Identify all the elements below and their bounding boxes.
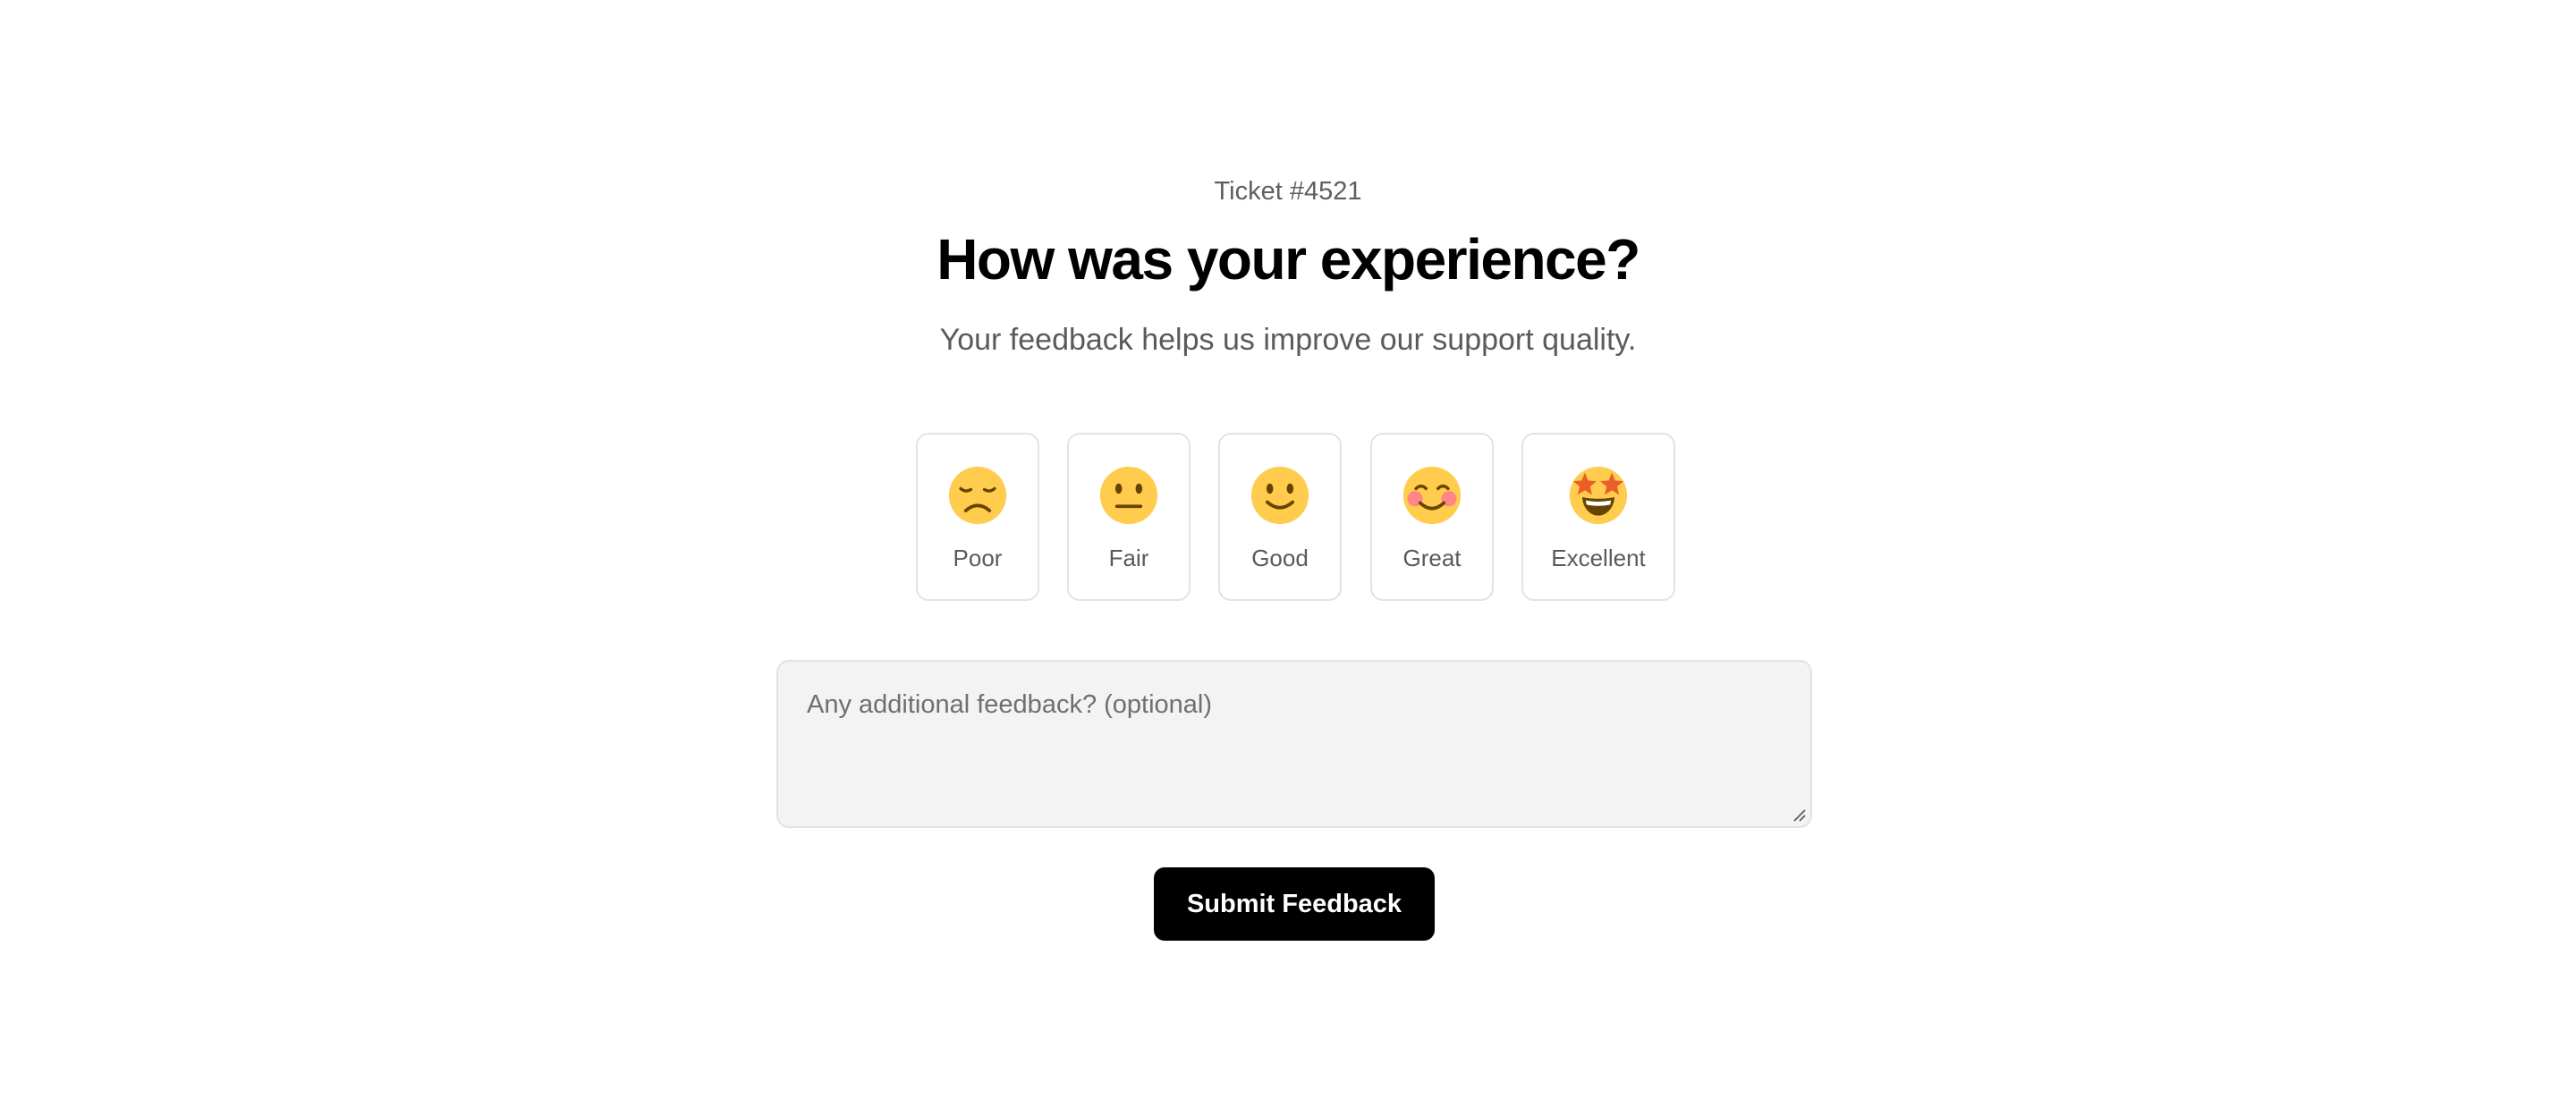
resize-handle-icon[interactable] bbox=[1791, 807, 1807, 823]
rating-option-great[interactable]: Great bbox=[1370, 433, 1494, 601]
rating-label: Poor bbox=[953, 545, 1003, 571]
feedback-field-container bbox=[776, 660, 1812, 828]
rating-label: Great bbox=[1402, 545, 1462, 571]
rating-option-fair[interactable]: Fair bbox=[1067, 433, 1191, 601]
rating-label: Excellent bbox=[1551, 545, 1646, 571]
feedback-textarea[interactable] bbox=[778, 662, 1810, 826]
page-title: How was your experience? bbox=[936, 227, 1640, 292]
star-struck-face-icon bbox=[1569, 466, 1628, 525]
disappointed-face-icon bbox=[948, 466, 1007, 525]
rating-label: Fair bbox=[1108, 545, 1149, 571]
page-subtitle: Your feedback helps us improve our suppo… bbox=[939, 323, 1637, 357]
slightly-smiling-face-icon bbox=[1250, 466, 1309, 525]
feedback-page: Ticket #4521 How was your experience? Yo… bbox=[0, 0, 2576, 1107]
rating-option-excellent[interactable]: Excellent bbox=[1521, 433, 1675, 601]
rating-option-poor[interactable]: Poor bbox=[916, 433, 1039, 601]
rating-option-good[interactable]: Good bbox=[1218, 433, 1342, 601]
rating-label: Good bbox=[1251, 545, 1309, 571]
neutral-face-icon bbox=[1099, 466, 1158, 525]
submit-feedback-button[interactable]: Submit Feedback bbox=[1154, 867, 1435, 941]
ticket-number: Ticket #4521 bbox=[1214, 177, 1362, 206]
smiling-blushing-face-icon bbox=[1402, 466, 1462, 525]
